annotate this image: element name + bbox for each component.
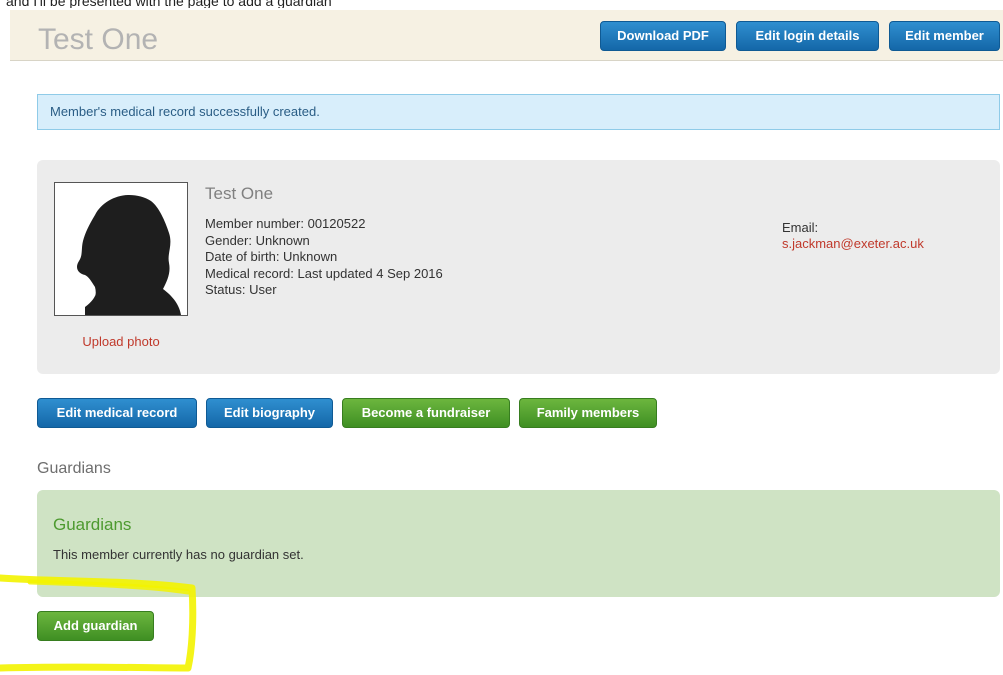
success-alert: Member's medical record successfully cre…	[37, 94, 1000, 130]
member-gender: Gender: Unknown	[205, 232, 310, 248]
member-details: Member number: 00120522 Gender: Unknown …	[205, 216, 443, 299]
edit-member-button[interactable]: Edit member	[889, 21, 1000, 51]
member-number: Member number: 00120522	[205, 216, 366, 231]
edit-login-details-button[interactable]: Edit login details	[736, 21, 879, 51]
member-name: Test One	[205, 184, 274, 203]
email-link[interactable]: s.jackman@exeter.ac.uk	[782, 236, 924, 251]
page-header: Test One Download PDF Edit login details…	[10, 10, 1003, 61]
no-guardian-message: This member currently has no guardian se…	[53, 547, 304, 562]
edit-biography-button[interactable]: Edit biography	[206, 398, 333, 428]
edit-medical-record-button[interactable]: Edit medical record	[37, 398, 197, 428]
email-label: Email:	[782, 220, 819, 235]
member-status: Status: User	[205, 282, 277, 297]
guardians-panel: Guardians This member currently has no g…	[37, 490, 1000, 597]
caption-fragment: and I'll be presented with the page to a…	[6, 0, 332, 8]
member-dob: Date of birth: Unknown	[205, 249, 338, 264]
download-pdf-button[interactable]: Download PDF	[600, 21, 726, 51]
female-silhouette-icon	[77, 195, 181, 315]
guardians-panel-title: Guardians	[53, 515, 132, 534]
guardians-section-heading: Guardians	[37, 460, 111, 477]
upload-photo-link[interactable]: Upload photo	[64, 334, 178, 349]
add-guardian-button[interactable]: Add guardian	[37, 611, 154, 641]
member-profile-panel: Upload photo Test One Member number: 001…	[37, 160, 1000, 374]
family-members-button[interactable]: Family members	[519, 398, 657, 428]
page-title: Test One	[38, 23, 159, 56]
become-fundraiser-button[interactable]: Become a fundraiser	[342, 398, 510, 428]
avatar	[54, 182, 188, 316]
member-medical-record: Medical record: Last updated 4 Sep 2016	[205, 265, 443, 281]
